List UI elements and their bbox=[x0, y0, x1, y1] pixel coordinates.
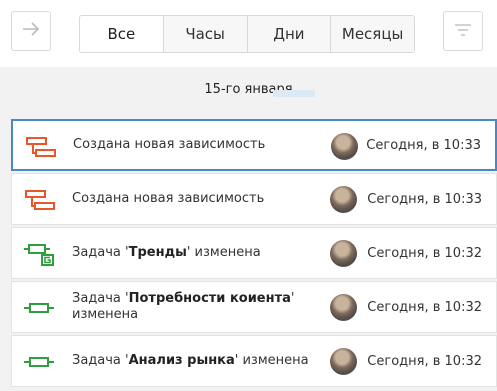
task-icon bbox=[24, 296, 56, 320]
dependency-icon bbox=[24, 188, 56, 212]
event-text: Задача 'Анализ рынка' изменена bbox=[72, 353, 309, 368]
date-heading: 15-го января bbox=[204, 82, 293, 97]
event-text: Задача 'Тренды' изменена bbox=[72, 245, 261, 260]
arrow-right-icon bbox=[21, 21, 41, 41]
task-badge-icon bbox=[24, 242, 56, 266]
date-year-redacted bbox=[273, 90, 315, 97]
dependency-icon bbox=[25, 135, 57, 159]
tab-days[interactable]: Дни bbox=[246, 16, 331, 52]
task-icon bbox=[24, 350, 56, 374]
event-time: Сегодня, в 10:32 bbox=[367, 353, 482, 369]
event-time: Сегодня, в 10:32 bbox=[367, 245, 482, 261]
event-text: Задача 'Потребности коиента' изменена bbox=[72, 291, 295, 322]
event-row[interactable]: Создана новая зависимость Сегодня, в 10:… bbox=[11, 173, 497, 225]
toolbar: Все Часы Дни Месяцы bbox=[0, 0, 497, 67]
avatar bbox=[330, 294, 357, 321]
event-text: Создана новая зависимость bbox=[72, 191, 265, 206]
filter-button[interactable] bbox=[443, 11, 483, 51]
avatar bbox=[330, 348, 357, 375]
avatar bbox=[331, 133, 358, 160]
event-time: Сегодня, в 10:33 bbox=[367, 191, 482, 207]
filter-icon bbox=[454, 22, 472, 41]
event-time: Сегодня, в 10:33 bbox=[366, 137, 481, 153]
event-row[interactable]: Создана новая зависимость Сегодня, в 10:… bbox=[11, 119, 497, 171]
event-row[interactable]: Задача 'Тренды' изменена Сегодня, в 10:3… bbox=[11, 227, 497, 279]
event-row[interactable]: Задача 'Потребности коиента' изменена Се… bbox=[11, 281, 497, 333]
tab-months[interactable]: Месяцы bbox=[330, 16, 414, 52]
avatar bbox=[330, 240, 357, 267]
avatar bbox=[330, 186, 357, 213]
tab-all[interactable]: Все bbox=[80, 16, 163, 52]
event-list: Создана новая зависимость Сегодня, в 10:… bbox=[11, 119, 497, 389]
event-text: Создана новая зависимость bbox=[73, 137, 266, 152]
tab-hours[interactable]: Часы bbox=[162, 16, 247, 52]
period-switcher: Все Часы Дни Месяцы bbox=[79, 15, 415, 53]
back-button[interactable] bbox=[11, 11, 51, 51]
event-row[interactable]: Задача 'Анализ рынка' изменена Сегодня, … bbox=[11, 335, 497, 387]
event-time: Сегодня, в 10:32 bbox=[367, 299, 482, 315]
